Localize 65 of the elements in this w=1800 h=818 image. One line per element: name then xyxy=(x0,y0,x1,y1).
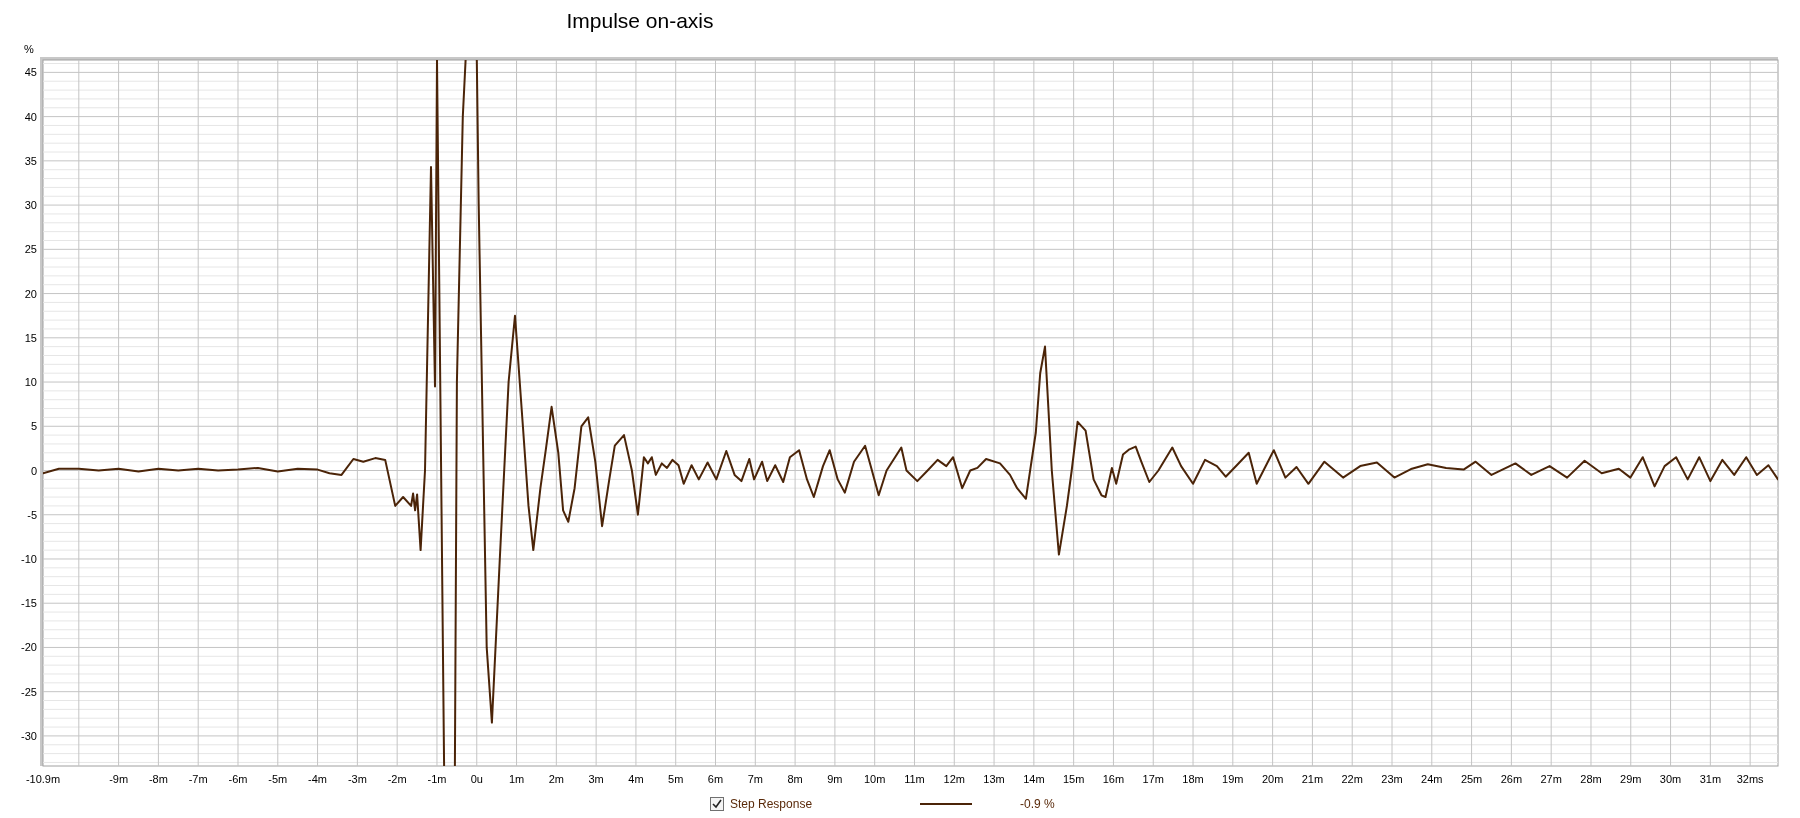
cursor-reading: -0.9 % xyxy=(1020,796,1055,813)
axis-tick-label: 22m xyxy=(1341,773,1363,785)
axis-tick-label: 32ms xyxy=(1736,773,1764,785)
axis-tick-label: 14m xyxy=(1023,773,1045,785)
axis-tick-label: 35 xyxy=(24,154,37,167)
axis-tick-label: -20 xyxy=(21,641,37,654)
axis-tick-label: 11m xyxy=(904,773,925,785)
axis-tick-label: 10m xyxy=(864,773,886,785)
axis-tick-label: -3m xyxy=(347,773,367,785)
axis-tick-label: 0u xyxy=(470,773,483,785)
axis-tick-label: 18m xyxy=(1182,773,1204,785)
axis-tick-label: 17m xyxy=(1142,773,1164,785)
axis-tick-label: 8m xyxy=(787,773,803,785)
axis-tick-label: 30 xyxy=(24,199,37,212)
axis-tick-label: 27m xyxy=(1540,773,1562,785)
axis-unit-label: % xyxy=(24,43,34,55)
axis-tick-label: -4m xyxy=(308,773,328,785)
axis-tick-label: 19m xyxy=(1222,773,1244,785)
axis-tick-label: -7m xyxy=(188,773,208,785)
axis-tick-label: 7m xyxy=(747,773,763,785)
axis-tick-label: 15m xyxy=(1062,773,1085,785)
axis-tick-label: 30m xyxy=(1659,773,1682,785)
axis-tick-label: 13m xyxy=(983,773,1005,785)
axis-tick-label: 5m xyxy=(668,773,684,785)
axis-tick-label: 29m xyxy=(1620,773,1642,785)
axis-tick-label: 6m xyxy=(707,773,724,785)
axis-tick-label: 40 xyxy=(24,110,37,123)
axis-tick-label: 9m xyxy=(827,773,843,785)
axis-tick-label: 20 xyxy=(24,287,37,300)
axis-tick-label: 5 xyxy=(30,420,37,433)
axis-tick-label: 31m xyxy=(1699,773,1722,785)
axis-tick-label: 25 xyxy=(24,243,37,256)
axis-tick-label: 16m xyxy=(1102,773,1125,785)
axis-tick-label: -2m xyxy=(387,773,407,785)
axis-tick-label: -10.9m xyxy=(25,773,61,785)
axis-tick-label: 45 xyxy=(24,66,37,79)
axis-tick-label: 21m xyxy=(1301,773,1324,785)
axis-tick-label: 28m xyxy=(1580,773,1602,785)
chart-title: Impulse on-axis xyxy=(566,9,714,32)
axis-tick-label: -9m xyxy=(109,773,129,785)
axis-tick-label: 4m xyxy=(628,773,644,785)
axis-tick-label: 26m xyxy=(1500,773,1523,785)
axis-tick-label: -5m xyxy=(268,773,288,785)
axis-tick-label: -15 xyxy=(21,597,37,610)
axis-tick-label: 20m xyxy=(1261,773,1284,785)
axis-tick-label: -1m xyxy=(427,773,447,785)
axis-tick-label: 12m xyxy=(943,773,965,785)
axis-tick-label: -30 xyxy=(21,729,37,742)
legend-line-swatch xyxy=(920,803,972,805)
axis-tick-label: -25 xyxy=(21,685,37,698)
legend-label: Step Response xyxy=(730,796,814,813)
axis-tick-label: 25m xyxy=(1460,773,1483,785)
axis-tick-label: -5 xyxy=(27,508,37,521)
axis-tick-label: 1m xyxy=(508,773,525,785)
axis-tick-label: -8m xyxy=(148,773,168,785)
axis-tick-label: 2m xyxy=(548,773,564,785)
axis-tick-label: 3m xyxy=(588,773,604,785)
axis-tick-label: -10 xyxy=(21,553,37,565)
axis-tick-label: 0 xyxy=(30,464,37,477)
axis-tick-label: 24m xyxy=(1421,773,1443,785)
axis-tick-label: 23m xyxy=(1381,773,1403,785)
axis-tick-label: 15 xyxy=(24,331,37,344)
legend-checkbox[interactable] xyxy=(710,797,724,811)
axis-tick-label: -6m xyxy=(228,773,248,785)
axis-tick-label: 10 xyxy=(24,376,37,389)
